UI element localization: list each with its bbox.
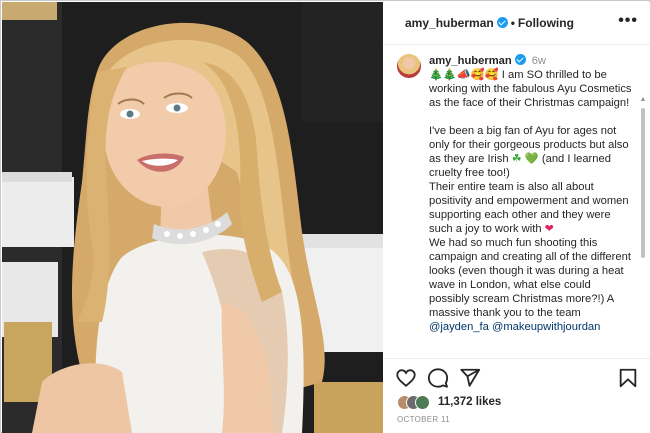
more-horizontal-icon[interactable]: ••• [618,13,638,29]
caption-section: amy_huberman 6w 🎄🎄📣🥰🥰 I am SO thrilled to… [383,46,650,356]
post-date: OCTOBER 11 [397,415,450,424]
portrait-image [2,2,383,433]
caption-paragraph-3: Their entire team is also all about posi… [429,181,632,235]
post-side-panel: amy_huberman • Following ••• amy_huberman 6… [383,2,650,433]
following-button[interactable]: Following [518,16,574,30]
scroll-up-arrow-icon[interactable]: ▲ [639,96,647,104]
post-photo[interactable] [2,2,383,433]
post-actions: 11,372 likes OCTOBER 11 [383,358,650,433]
caption-text: amy_huberman 6w 🎄🎄📣🥰🥰 I am SO thrilled to… [429,54,633,334]
send-icon[interactable] [459,367,481,389]
caption-scrollbar[interactable]: ▲ ▼ [639,96,647,356]
verified-badge-icon [514,54,526,65]
liker-avatar[interactable] [415,395,430,410]
avatar[interactable] [397,54,421,78]
shamrock-emoji: ☘ [511,153,522,165]
caption-emojis: 🎄🎄📣🥰🥰 [429,69,499,81]
caption-paragraph-4: We had so much fun shooting this campaig… [429,237,635,319]
post-time[interactable]: 6w [532,55,546,67]
comment-icon[interactable] [427,367,449,389]
header-author: amy_huberman • Following [405,16,574,30]
post-modal: amy_huberman • Following ••• amy_huberman 6… [0,0,650,433]
heart-icon[interactable] [395,367,417,389]
mention-link[interactable]: @makeupwithjourdan [492,321,600,333]
header-separator: • [510,16,515,30]
header-username[interactable]: amy_huberman [405,16,494,30]
post-header: amy_huberman • Following ••• [383,2,650,45]
caption-username[interactable]: amy_huberman [429,55,512,67]
red-heart-emoji: ❤ [544,223,555,235]
bookmark-icon[interactable] [617,367,639,389]
verified-badge-icon [496,17,508,28]
green-heart-emoji: 💚 [524,153,539,165]
mention-link[interactable]: @jayden_fa [429,321,489,333]
likes-count[interactable]: 11,372 likes [438,396,501,408]
scroll-thumb[interactable] [641,108,645,258]
